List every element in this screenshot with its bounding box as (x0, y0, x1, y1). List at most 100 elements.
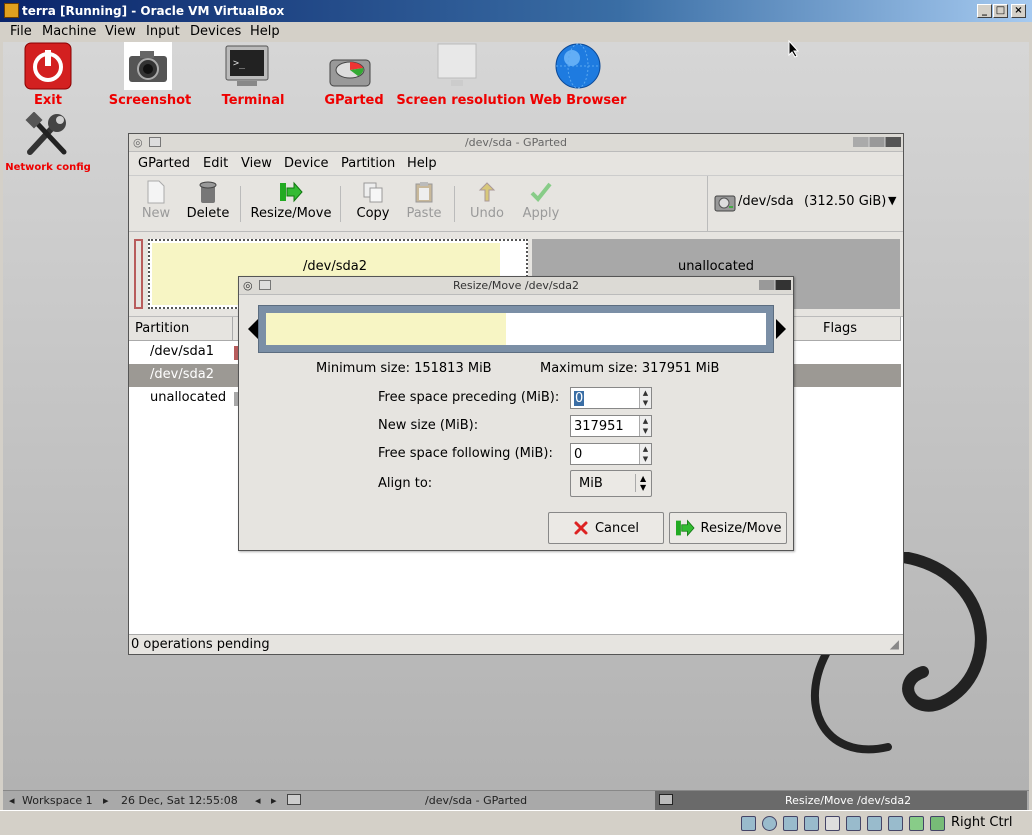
sda2-graph-label: /dev/sda2 (303, 259, 367, 274)
preceding-spinbox[interactable]: 0 ▲ ▼ (570, 387, 652, 409)
preceding-label: Free space preceding (MiB): (378, 390, 560, 405)
network-icon[interactable] (783, 816, 798, 831)
gparted-desktop-icon[interactable]: GParted (324, 50, 384, 108)
menu-help[interactable]: Help (407, 156, 437, 171)
host-menu-input[interactable]: Input (146, 24, 180, 39)
window-controls[interactable] (853, 137, 901, 147)
device-selector[interactable]: /dev/sda (312.50 GiB) ▼ (707, 176, 903, 232)
window-menu-icon[interactable]: ◎ (133, 134, 143, 151)
cancel-button[interactable]: Cancel (548, 512, 664, 544)
resize-grip-icon[interactable]: ◢ (890, 637, 899, 651)
max-size-label: Maximum size: 317951 MiB (540, 361, 720, 376)
undo-icon (475, 180, 499, 204)
gparted-titlebar: ◎ /dev/sda - GParted (129, 134, 903, 152)
mouse-integration-icon[interactable] (909, 816, 924, 831)
screenshot-desktop-icon[interactable]: Screenshot (109, 42, 191, 108)
spin-arrows-icon[interactable]: ▲ ▼ (639, 388, 651, 408)
virtualization-icon[interactable] (888, 816, 903, 831)
terminal-desktop-icon[interactable]: >_ Terminal (222, 45, 284, 108)
prev-workspace-icon[interactable]: ◂ (9, 794, 15, 807)
align-combobox[interactable]: MiB ▲ ▼ (570, 470, 652, 497)
shared-folders-icon[interactable] (825, 816, 840, 831)
exit-desktop-icon[interactable]: Exit (24, 42, 72, 108)
resize-visualizer (248, 303, 786, 357)
undo-button[interactable]: Undo (467, 180, 507, 221)
spin-arrows-icon[interactable]: ▲ ▼ (639, 444, 651, 464)
menu-edit[interactable]: Edit (203, 156, 228, 171)
next-task-icon[interactable]: ▸ (271, 794, 277, 807)
maximize-button[interactable]: □ (993, 4, 1008, 18)
tools-icon (25, 111, 67, 155)
column-partition[interactable]: Partition (129, 317, 233, 341)
row-partition-name: /dev/sda1 (150, 344, 214, 359)
prev-task-icon[interactable]: ◂ (255, 794, 261, 807)
network-config-desktop-icon[interactable]: Network config (5, 111, 91, 173)
apply-button[interactable]: Apply (519, 180, 563, 221)
host-title: terra [Running] - Oracle VM VirtualBox (22, 4, 285, 18)
align-label: Align to: (378, 476, 433, 491)
paste-label: Paste (406, 206, 442, 221)
spin-arrows-icon[interactable]: ▲ ▼ (639, 416, 651, 436)
monitor-icon (437, 43, 477, 86)
copy-icon (361, 180, 385, 204)
menu-view[interactable]: View (241, 156, 272, 171)
menu-device[interactable]: Device (284, 156, 328, 171)
device-name: /dev/sda (738, 194, 794, 209)
optical-drive-icon[interactable] (762, 816, 777, 831)
trash-icon (196, 180, 220, 204)
statusbar: 0 operations pending ◢ (129, 634, 903, 654)
workspace-label[interactable]: Workspace 1 (22, 794, 93, 807)
menu-partition[interactable]: Partition (341, 156, 395, 171)
display-icon[interactable] (846, 816, 861, 831)
resize-move-confirm-button[interactable]: Resize/Move (669, 512, 787, 544)
column-flags[interactable]: Flags (793, 317, 901, 341)
following-spinbox[interactable]: 0 ▲ ▼ (570, 443, 652, 465)
host-menu-help[interactable]: Help (250, 24, 280, 39)
video-capture-icon[interactable] (867, 816, 882, 831)
unallocated-graph-label: unallocated (677, 259, 755, 274)
new-size-spinbox[interactable]: 317951 ▲ ▼ (570, 415, 652, 437)
paste-button[interactable]: Paste (404, 180, 444, 221)
screen-resolution-desktop-icon[interactable]: Screen resolution (396, 42, 526, 108)
resize-move-button[interactable]: Resize/Move (249, 180, 333, 221)
clipboard-icon (412, 180, 436, 204)
following-value: 0 (574, 447, 583, 462)
virtualbox-icon (4, 3, 19, 18)
partition-resize-bar[interactable] (258, 305, 774, 353)
minimize-button[interactable]: _ (977, 4, 992, 18)
delete-label: Delete (186, 206, 230, 221)
keyboard-capture-icon[interactable] (930, 816, 945, 831)
toolbar-separator (340, 186, 341, 222)
align-value: MiB (579, 476, 603, 491)
delete-button[interactable]: Delete (185, 180, 231, 221)
copy-button[interactable]: Copy (355, 180, 391, 221)
left-handle-icon[interactable] (248, 319, 258, 339)
resize-move-label: Resize/Move (250, 206, 332, 221)
new-button[interactable]: New (139, 180, 173, 221)
host-menu-devices[interactable]: Devices (190, 24, 241, 39)
host-menu-file[interactable]: File (10, 24, 32, 39)
right-handle-icon[interactable] (776, 319, 786, 339)
sda1-graph-block[interactable] (134, 239, 143, 309)
harddisk-status-icon[interactable] (741, 816, 756, 831)
host-menu-machine[interactable]: Machine (42, 24, 96, 39)
web-browser-desktop-icon[interactable]: Web Browser (530, 42, 626, 108)
device-size: (312.50 GiB) (804, 194, 887, 209)
dropdown-arrow-icon: ▼ (888, 194, 897, 207)
task-dialog-active[interactable]: Resize/Move /dev/sda2 (655, 791, 1027, 810)
task-gparted[interactable]: /dev/sda - GParted (425, 794, 527, 807)
usb-icon[interactable] (804, 816, 819, 831)
gparted-menubar: GParted Edit View Device Partition Help (129, 152, 903, 176)
close-button[interactable]: × (1011, 4, 1026, 18)
gparted-task-icon (287, 794, 301, 805)
menu-gparted[interactable]: GParted (138, 156, 190, 171)
host-menu-view[interactable]: View (105, 24, 136, 39)
window-controls[interactable] (759, 280, 791, 290)
row-partition-name: unallocated (150, 390, 227, 405)
used-space-fill (266, 313, 506, 345)
toolbar-separator (240, 186, 241, 222)
next-workspace-icon[interactable]: ▸ (103, 794, 109, 807)
preceding-value: 0 (574, 391, 585, 406)
window-menu-icon[interactable]: ◎ (243, 277, 253, 294)
new-document-icon (144, 180, 168, 204)
